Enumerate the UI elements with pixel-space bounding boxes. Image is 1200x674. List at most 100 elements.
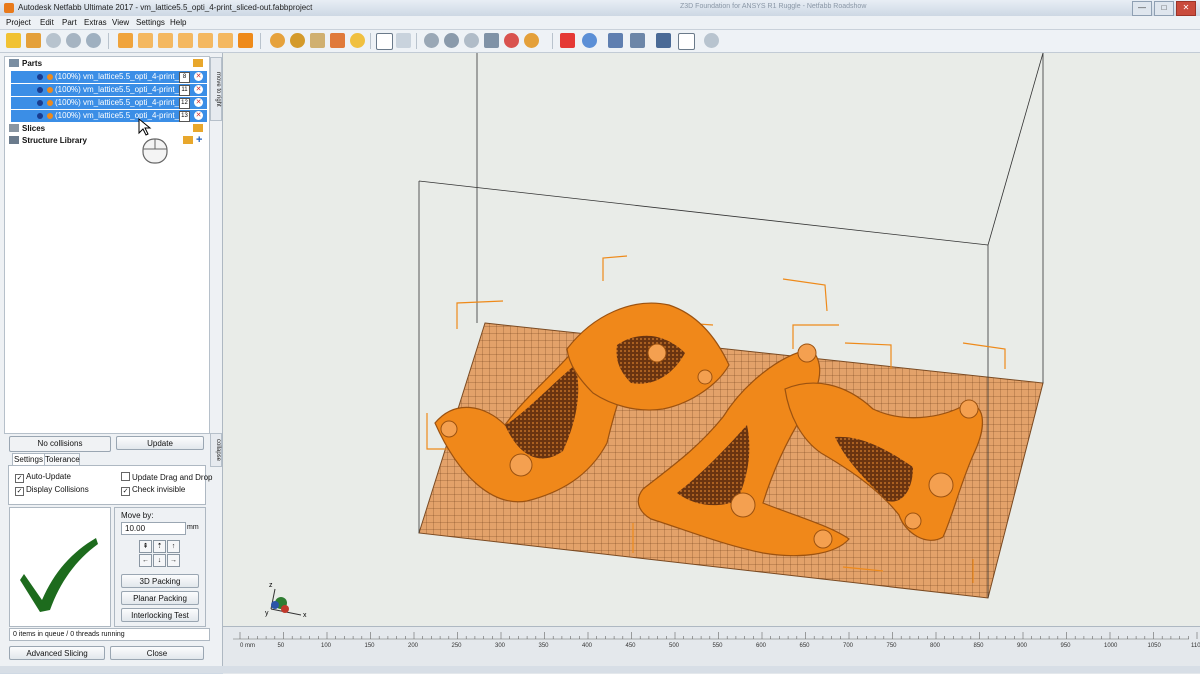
project-tree-panel: Parts (100%) vm_lattice5.5_opti_4-print_…	[0, 53, 223, 673]
move-left-button[interactable]: ←	[139, 554, 152, 567]
add-part-icon[interactable]	[26, 33, 41, 48]
netfabb-app-icon	[4, 3, 14, 13]
zoom-selection-icon[interactable]	[290, 33, 305, 48]
tree-node-slices[interactable]: Slices	[9, 124, 45, 135]
menu-project[interactable]: Project	[6, 18, 31, 27]
add-structure-plus-icon[interactable]: +	[196, 134, 202, 146]
menu-extras[interactable]: Extras	[84, 18, 107, 27]
triangles-icon[interactable]	[464, 33, 479, 48]
repair-icon[interactable]	[46, 33, 61, 48]
zoom-window-icon[interactable]	[330, 33, 345, 48]
wireframe-icon[interactable]	[444, 33, 459, 48]
check-invisible-checkbox[interactable]: ✓ Check invisible	[121, 485, 185, 496]
shading-icon[interactable]	[424, 33, 439, 48]
ruler-label: 100	[321, 643, 332, 649]
move-up-button[interactable]: ⇡	[153, 540, 166, 553]
interlocking-test-button[interactable]: Interlocking Test	[121, 608, 199, 622]
status-bar	[0, 666, 1200, 673]
remove-part-icon[interactable]: ✕	[194, 111, 203, 120]
move-unit-label: mm	[187, 524, 199, 531]
close-window-button[interactable]: ✕	[1176, 1, 1196, 16]
add-structure-folder-icon[interactable]	[183, 136, 193, 144]
advanced-slicing-button[interactable]: Advanced Slicing	[9, 646, 105, 660]
part-color-icon	[47, 74, 53, 80]
display-collisions-checkbox[interactable]: ✓ Display Collisions	[15, 485, 89, 496]
measure-icon[interactable]	[66, 33, 81, 48]
3d-packing-button[interactable]: 3D Packing	[121, 574, 199, 588]
maximize-button[interactable]: □	[1154, 1, 1174, 16]
planar-packing-button[interactable]: Planar Packing	[121, 591, 199, 605]
background-window-title: Z3D Foundation for ANSYS R1 Ruggle - Net…	[680, 3, 867, 10]
auto-update-checkbox[interactable]: ✓ Auto-Update	[15, 472, 71, 483]
cut-icon[interactable]	[608, 33, 623, 48]
ruler-label: 800	[930, 643, 941, 649]
menu-help[interactable]: Help	[170, 18, 186, 27]
menu-part[interactable]: Part	[62, 18, 77, 27]
zoom-platform-icon[interactable]	[310, 33, 325, 48]
mouse-cursor-overlay-icon	[138, 117, 168, 164]
part-color-icon	[47, 100, 53, 106]
view-back-icon[interactable]	[138, 33, 153, 48]
update-button[interactable]: Update	[116, 436, 204, 450]
tree-node-parts[interactable]: Parts	[9, 59, 42, 70]
part-row-1[interactable]: (100%) vm_lattice5.5_opti_4-print_s 8 ✕	[11, 71, 207, 83]
magnify-icon[interactable]	[350, 33, 365, 48]
remove-part-icon[interactable]: ✕	[194, 85, 203, 94]
zoom-all-icon[interactable]	[270, 33, 285, 48]
menu-view[interactable]: View	[112, 18, 129, 27]
part-number-badge: 12	[179, 98, 190, 109]
menu-settings[interactable]: Settings	[136, 18, 165, 27]
add-slice-folder-icon[interactable]	[193, 124, 203, 132]
part-row-3[interactable]: (100%) vm_lattice5.5_opti_4-print_s 12 ✕	[11, 97, 207, 109]
view-front-icon[interactable]	[118, 33, 133, 48]
collision-result-area	[9, 507, 111, 627]
select-cursor-icon[interactable]	[376, 33, 393, 50]
view-iso-icon[interactable]	[238, 33, 253, 48]
3d-viewport[interactable]: z y x	[223, 53, 1200, 626]
ruler-label: 600	[756, 643, 767, 649]
close-button[interactable]: Close	[110, 646, 204, 660]
lattice-icon[interactable]	[656, 33, 671, 48]
open-project-icon[interactable]	[6, 33, 21, 48]
visibility-dot-icon[interactable]	[37, 74, 43, 80]
move-down-button[interactable]: ↓	[153, 554, 166, 567]
scale-icon[interactable]	[582, 33, 597, 48]
move-by-input[interactable]: 10.00	[121, 522, 186, 535]
add-folder-icon[interactable]	[193, 59, 203, 67]
compare-icon[interactable]	[86, 33, 101, 48]
view-left-icon[interactable]	[158, 33, 173, 48]
part-row-4[interactable]: (100%) vm_lattice5.5_opti_4-print_s 13 ✕	[11, 110, 207, 122]
label-tool-icon[interactable]	[630, 33, 645, 48]
visibility-dot-icon[interactable]	[37, 87, 43, 93]
menu-edit[interactable]: Edit	[40, 18, 54, 27]
tree-node-structure-library[interactable]: Structure Library	[9, 136, 87, 147]
user-icon[interactable]	[704, 33, 719, 48]
ruler-label: 700	[843, 643, 854, 649]
ruler-label: 450	[625, 643, 636, 649]
collapse-tab[interactable]: collapse	[210, 433, 222, 467]
move-right-button[interactable]: →	[167, 554, 180, 567]
section-icon[interactable]	[484, 33, 499, 48]
render-icon[interactable]	[524, 33, 539, 48]
build-scene[interactable]: z y x	[223, 53, 1200, 626]
slices-icon	[9, 124, 19, 132]
minimize-button[interactable]: —	[1132, 1, 1152, 16]
view-bottom-icon[interactable]	[218, 33, 233, 48]
remove-part-icon[interactable]: ✕	[194, 98, 203, 107]
move-back-up-button[interactable]: ⇞	[139, 540, 152, 553]
add-support-icon[interactable]	[560, 33, 575, 48]
text-tool-icon[interactable]	[678, 33, 695, 50]
move-to-right-tab[interactable]: move to right	[210, 57, 222, 121]
visibility-dot-icon[interactable]	[37, 100, 43, 106]
update-drag-drop-checkbox[interactable]: Update Drag and Drop	[121, 472, 213, 482]
visibility-dot-icon[interactable]	[37, 113, 43, 119]
move-axes-icon[interactable]	[396, 33, 411, 48]
view-top-icon[interactable]	[198, 33, 213, 48]
view-right-icon[interactable]	[178, 33, 193, 48]
remove-part-icon[interactable]: ✕	[194, 72, 203, 81]
structure-library-icon	[9, 136, 19, 144]
part-row-2[interactable]: (100%) vm_lattice5.5_opti_4-print_s 11 ✕	[11, 84, 207, 96]
menu-bar: Project Edit Part Extras View Settings H…	[0, 16, 1200, 30]
move-z-up-button[interactable]: ↑	[167, 540, 180, 553]
colors-icon[interactable]	[504, 33, 519, 48]
